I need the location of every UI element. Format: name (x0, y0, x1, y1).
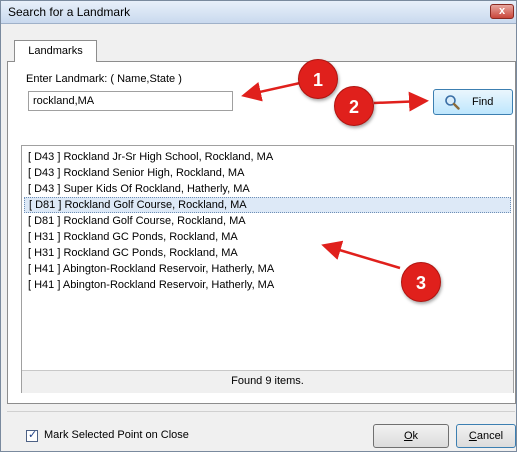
cancel-access-key: C (468, 430, 477, 442)
check-icon: ✓ (28, 429, 38, 441)
title-bar[interactable]: Search for a Landmark x (1, 1, 516, 24)
close-button[interactable]: x (490, 4, 514, 19)
results-status: Found 9 items. (22, 370, 513, 393)
ok-button[interactable]: Ok (373, 424, 449, 448)
callout-1: 1 (298, 59, 338, 99)
footer-divider (7, 411, 515, 412)
list-item[interactable]: [ D43 ] Rockland Senior High, Rockland, … (24, 165, 511, 181)
list-item-selected[interactable]: [ D81 ] Rockland Golf Course, Rockland, … (24, 197, 511, 213)
list-item[interactable]: [ D43 ] Rockland Jr-Sr High School, Rock… (24, 149, 511, 165)
list-item[interactable]: [ H31 ] Rockland GC Ponds, Rockland, MA (24, 245, 511, 261)
ok-label-rest: k (412, 430, 419, 442)
mark-point-checkbox[interactable]: ✓ (26, 429, 38, 442)
landmark-search-input[interactable] (28, 91, 233, 111)
landmark-field-label: Enter Landmark: ( Name,State ) (26, 73, 182, 85)
callout-3: 3 (401, 262, 441, 302)
ok-access-key: O (403, 430, 413, 442)
find-button[interactable]: Find (433, 89, 513, 115)
tab-landmarks[interactable]: Landmarks (14, 40, 97, 62)
list-item[interactable]: [ H31 ] Rockland GC Ponds, Rockland, MA (24, 229, 511, 245)
cancel-label-rest: ancel (476, 430, 504, 442)
callout-2: 2 (334, 86, 374, 126)
magnifier-icon (445, 95, 460, 110)
mark-point-label: Mark Selected Point on Close (44, 429, 189, 441)
landmark-search-dialog: Search for a Landmark x Landmarks Enter … (0, 0, 517, 452)
cancel-button[interactable]: Cancel (456, 424, 516, 448)
find-button-label: Find (472, 96, 494, 108)
list-item[interactable]: [ D43 ] Super Kids Of Rockland, Hatherly… (24, 181, 511, 197)
window-title: Search for a Landmark (8, 5, 131, 19)
list-item[interactable]: [ D81 ] Rockland Golf Course, Rockland, … (24, 213, 511, 229)
results-list[interactable]: [ D43 ] Rockland Jr-Sr High School, Rock… (21, 145, 514, 393)
